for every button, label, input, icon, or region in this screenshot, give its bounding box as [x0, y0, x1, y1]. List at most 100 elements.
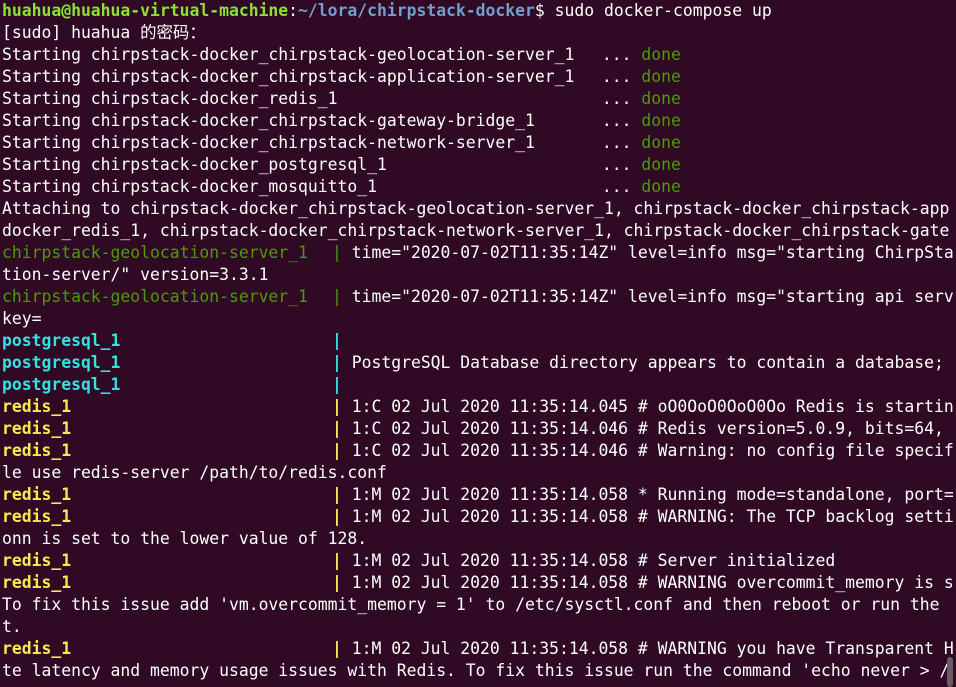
log-message: 1:M 02 Jul 2020 11:35:14.058 # Server in…	[341, 551, 836, 570]
log-separator: |	[332, 441, 342, 460]
log-separator: |	[332, 573, 342, 592]
log-message: 1:M 02 Jul 2020 11:35:14.058 # WARNING o…	[341, 573, 954, 592]
log-line: key=	[2, 308, 956, 330]
log-service-name: postgresql_1	[2, 353, 121, 372]
attaching-line: Attaching to chirpstack-docker_chirpstac…	[2, 198, 956, 220]
prompt-user-host: huahua@huahua-virtual-machine	[2, 1, 289, 20]
log-continuation: le use redis-server /path/to/redis.conf	[2, 463, 387, 482]
log-separator: |	[332, 639, 342, 658]
log-service-name: chirpstack-geolocation-server_1	[2, 287, 308, 306]
log-service-name: redis_1	[2, 551, 72, 570]
log-service-name: redis_1	[2, 419, 72, 438]
log-separator: |	[332, 485, 342, 504]
starting-status-done: done	[641, 67, 681, 86]
prompt-line: huahua@huahua-virtual-machine: ~/lora/chi…	[2, 0, 956, 22]
log-message: 1:M 02 Jul 2020 11:35:14.058 # WARNING: …	[341, 507, 954, 526]
starting-line: Starting chirpstack-docker_mosquitto_1 .…	[2, 176, 956, 198]
log-line: redis_1 | 1:C 02 Jul 2020 11:35:14.046 # …	[2, 418, 956, 440]
log-line: redis_1 | 1:C 02 Jul 2020 11:35:14.046 # …	[2, 440, 956, 462]
sudo-password-prompt: [sudo] huahua 的密码：	[2, 22, 956, 44]
log-line: t.	[2, 616, 956, 638]
starting-status-done: done	[641, 133, 681, 152]
prompt-symbol: $	[534, 1, 545, 20]
starting-line: Starting chirpstack-docker_chirpstack-ne…	[2, 132, 956, 154]
log-line: chirpstack-geolocation-server_1 | time="2…	[2, 286, 956, 308]
log-service-name: postgresql_1	[2, 331, 121, 350]
starting-service-name: Starting chirpstack-docker_chirpstack-ga…	[2, 111, 535, 130]
logs-block: chirpstack-geolocation-server_1 | time="2…	[2, 242, 956, 682]
log-line: redis_1 | 1:M 02 Jul 2020 11:35:14.058 # …	[2, 638, 956, 660]
log-service-name: redis_1	[2, 507, 72, 526]
log-message: PostgreSQL Database directory appears to…	[341, 353, 944, 372]
starting-line: Starting chirpstack-docker_postgresql_1 …	[2, 154, 956, 176]
log-separator: |	[332, 551, 342, 570]
starting-status-done: done	[641, 155, 681, 174]
starting-service-name: Starting chirpstack-docker_chirpstack-ge…	[2, 45, 575, 64]
log-line: le use redis-server /path/to/redis.conf	[2, 462, 956, 484]
starting-dots: ...	[592, 67, 642, 86]
log-continuation: t.	[2, 617, 22, 636]
starting-status-done: done	[641, 45, 681, 64]
attaching-text: Attaching to chirpstack-docker_chirpstac…	[2, 199, 950, 218]
starting-dots: ...	[592, 155, 642, 174]
prompt-colon: :	[288, 1, 299, 20]
starting-status-done: done	[641, 111, 681, 130]
log-service-name: redis_1	[2, 573, 72, 592]
log-continuation: To fix this issue add 'vm.overcommit_mem…	[2, 595, 940, 614]
log-message: time="2020-07-02T11:35:14Z" level=info m…	[341, 243, 954, 262]
attaching-text: docker_redis_1, chirpstack-docker_chirps…	[2, 221, 950, 240]
log-service-name: redis_1	[2, 441, 72, 460]
log-separator: |	[332, 287, 342, 306]
starting-dots: ...	[592, 45, 642, 64]
log-line: To fix this issue add 'vm.overcommit_mem…	[2, 594, 956, 616]
log-separator: |	[332, 397, 342, 416]
starting-line: Starting chirpstack-docker_chirpstack-ap…	[2, 66, 956, 88]
log-message: 1:C 02 Jul 2020 11:35:14.045 # oO0OoO0Oo…	[341, 397, 954, 416]
starting-line: Starting chirpstack-docker_chirpstack-ga…	[2, 110, 956, 132]
starting-service-name: Starting chirpstack-docker_redis_1	[2, 89, 338, 108]
log-service-name: redis_1	[2, 639, 72, 658]
log-line: te latency and memory usage issues with …	[2, 660, 956, 682]
log-message: 1:C 02 Jul 2020 11:35:14.046 # Redis ver…	[341, 419, 944, 438]
log-message: 1:M 02 Jul 2020 11:35:14.058 # WARNING y…	[341, 639, 954, 658]
starting-dots: ...	[592, 177, 642, 196]
log-separator: |	[332, 419, 342, 438]
log-line: postgresql_1 | PostgreSQL Database direct…	[2, 352, 956, 374]
log-separator: |	[332, 507, 342, 526]
log-separator: |	[332, 331, 342, 350]
log-line: postgresql_1 |	[2, 330, 956, 352]
log-service-name: chirpstack-geolocation-server_1	[2, 243, 308, 262]
log-message: 1:C 02 Jul 2020 11:35:14.046 # Warning: …	[341, 441, 954, 460]
log-separator: |	[332, 353, 342, 372]
attaching-line: docker_redis_1, chirpstack-docker_chirps…	[2, 220, 956, 242]
log-line: redis_1 | 1:M 02 Jul 2020 11:35:14.058 # …	[2, 550, 956, 572]
log-line: redis_1 | 1:M 02 Jul 2020 11:35:14.058 * …	[2, 484, 956, 506]
starting-service-name: Starting chirpstack-docker_postgresql_1	[2, 155, 387, 174]
log-separator: |	[332, 243, 342, 262]
starting-service-name: Starting chirpstack-docker_chirpstack-ne…	[2, 133, 535, 152]
starting-dots: ...	[592, 133, 642, 152]
log-continuation: te latency and memory usage issues with …	[2, 661, 950, 680]
terminal-window[interactable]: huahua@huahua-virtual-machine: ~/lora/chi…	[2, 0, 956, 687]
log-line: onn is set to the lower value of 128.	[2, 528, 956, 550]
starting-line: Starting chirpstack-docker_redis_1 ... d…	[2, 88, 956, 110]
starting-dots: ...	[592, 89, 642, 108]
prompt-path: ~/lora/chirpstack-docker	[298, 1, 535, 20]
log-service-name: postgresql_1	[2, 375, 121, 394]
log-line: chirpstack-geolocation-server_1 | time="2…	[2, 242, 956, 264]
log-line: tion-server/" version=3.3.1	[2, 264, 956, 286]
prompt-command: sudo docker-compose up	[544, 1, 772, 20]
log-line: redis_1 | 1:M 02 Jul 2020 11:35:14.058 # …	[2, 572, 956, 594]
starting-block: Starting chirpstack-docker_chirpstack-ge…	[2, 44, 956, 198]
log-message: 1:M 02 Jul 2020 11:35:14.058 * Running m…	[341, 485, 954, 504]
log-continuation: tion-server/" version=3.3.1	[2, 265, 269, 284]
terminal-scrollbar[interactable]	[942, 0, 956, 687]
log-line: redis_1 | 1:C 02 Jul 2020 11:35:14.045 # …	[2, 396, 956, 418]
scrollbar-thumb[interactable]	[947, 657, 953, 687]
log-message: time="2020-07-02T11:35:14Z" level=info m…	[341, 287, 954, 306]
log-line: redis_1 | 1:M 02 Jul 2020 11:35:14.058 # …	[2, 506, 956, 528]
starting-line: Starting chirpstack-docker_chirpstack-ge…	[2, 44, 956, 66]
log-service-name: redis_1	[2, 485, 72, 504]
starting-dots: ...	[592, 111, 642, 130]
log-line: postgresql_1 |	[2, 374, 956, 396]
